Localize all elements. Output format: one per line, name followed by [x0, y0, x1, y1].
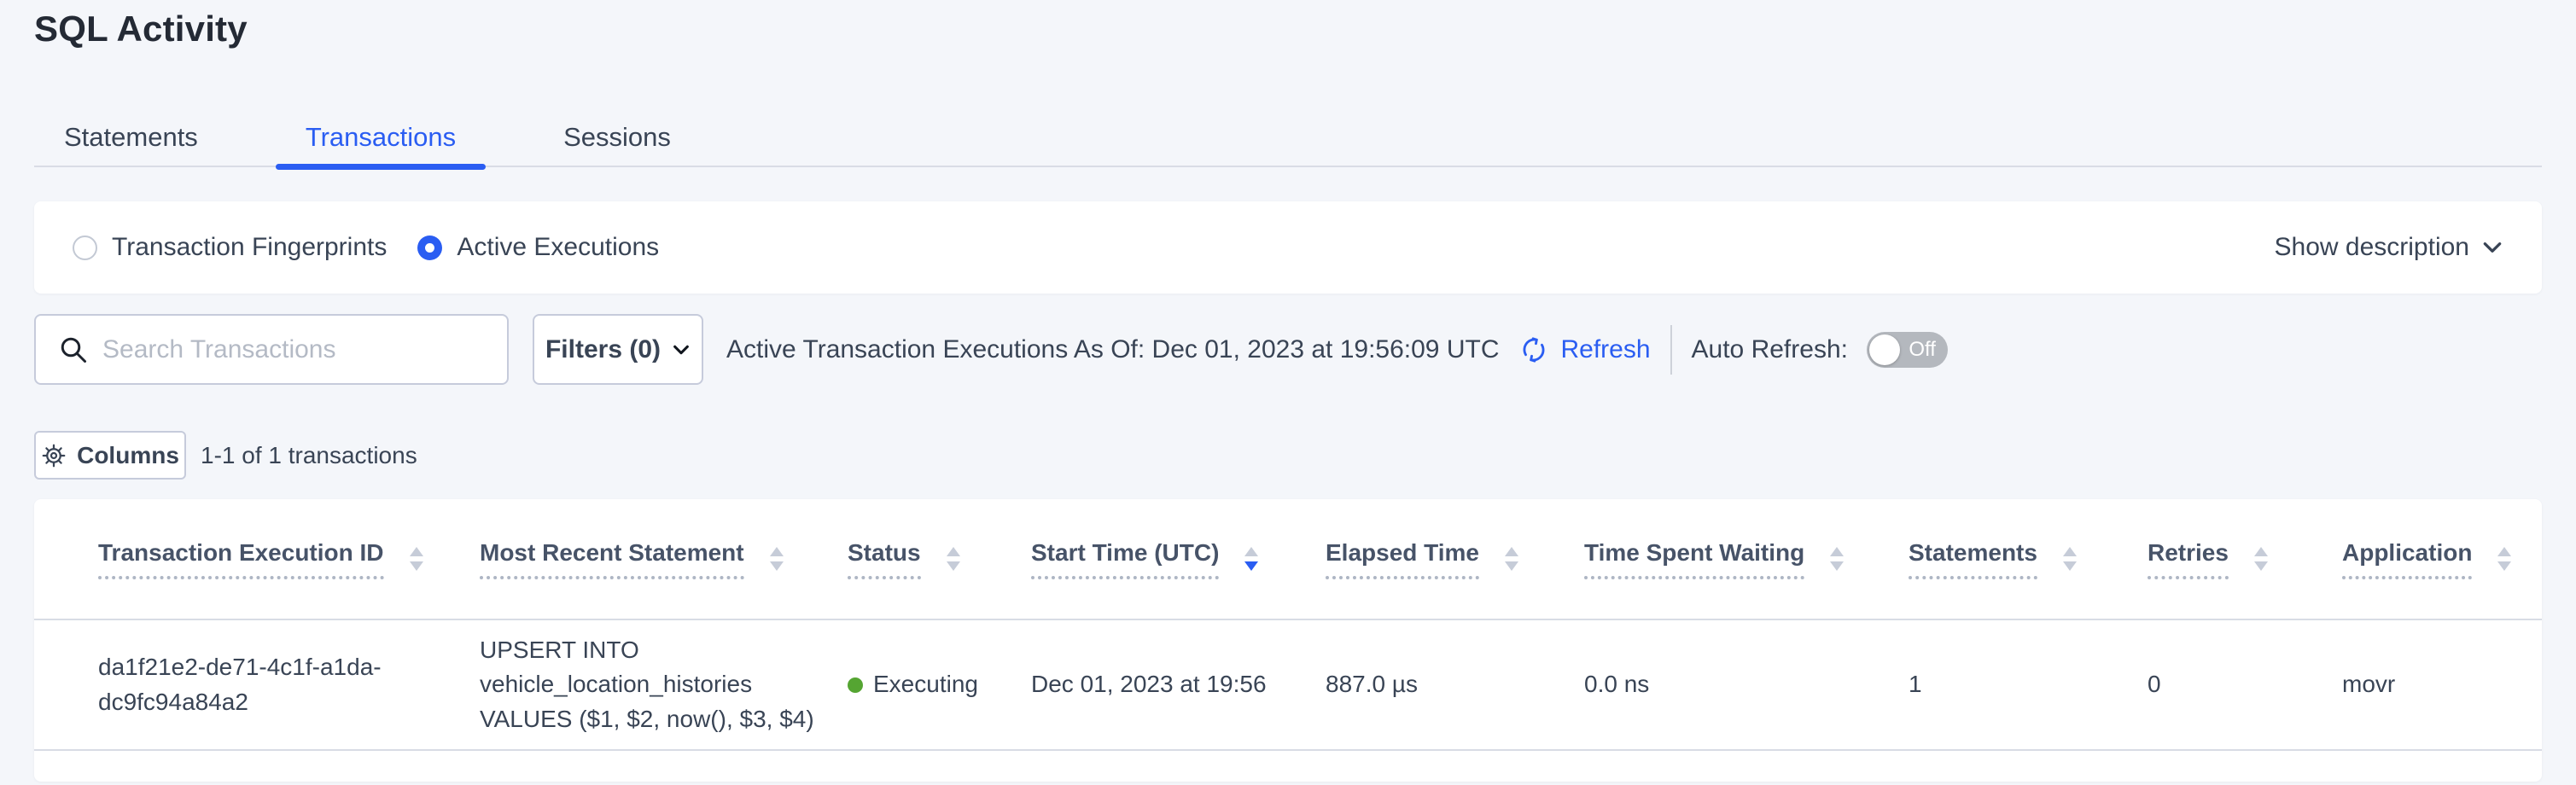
tab-statements[interactable]: Statements: [34, 109, 228, 166]
cell-status: Executing: [848, 667, 1031, 702]
sort-arrows[interactable]: [947, 547, 960, 571]
radio-transaction-fingerprints[interactable]: Transaction Fingerprints: [73, 233, 387, 262]
table-row[interactable]: da1f21e2-de71-4c1f-a1da-dc9fc94a84a2 UPS…: [34, 620, 2542, 751]
view-mode-card: Transaction Fingerprints Active Executio…: [34, 201, 2542, 294]
radio-unselected-icon[interactable]: [73, 236, 97, 260]
auto-refresh-toggle[interactable]: Off: [1867, 332, 1948, 368]
radio-label: Active Executions: [457, 233, 659, 262]
show-description-label: Show description: [2275, 233, 2469, 262]
columns-button-label: Columns: [77, 442, 179, 469]
refresh-icon: [1518, 334, 1550, 366]
sort-arrows[interactable]: [1505, 547, 1518, 571]
column-header-transaction-execution-id[interactable]: Transaction Execution ID: [98, 539, 480, 579]
tab-sessions[interactable]: Sessions: [533, 109, 701, 166]
table-header-row: Transaction Execution ID Most Recent Sta…: [34, 499, 2542, 620]
sort-arrows[interactable]: [410, 547, 423, 571]
radio-label: Transaction Fingerprints: [112, 233, 387, 262]
filters-label: Filters (0): [545, 335, 661, 364]
cell-transaction-execution-id[interactable]: da1f21e2-de71-4c1f-a1da-dc9fc94a84a2: [98, 650, 480, 719]
refresh-label: Refresh: [1560, 335, 1650, 364]
search-input[interactable]: [34, 314, 509, 385]
column-header-start-time[interactable]: Start Time (UTC): [1031, 539, 1326, 579]
columns-button[interactable]: Columns: [34, 431, 186, 480]
column-header-statements[interactable]: Statements: [1909, 539, 2148, 579]
status-label: Executing: [873, 667, 978, 702]
page-title: SQL Activity: [34, 9, 248, 49]
column-header-retries[interactable]: Retries: [2148, 539, 2342, 579]
chevron-down-icon: [672, 340, 691, 359]
column-header-elapsed-time[interactable]: Elapsed Time: [1326, 539, 1584, 579]
radio-selected-icon[interactable]: [417, 236, 442, 260]
cell-most-recent-statement[interactable]: UPSERT INTO vehicle_location_histories V…: [480, 633, 848, 737]
search-icon: [58, 334, 89, 365]
cell-start-time: Dec 01, 2023 at 19:56: [1031, 667, 1326, 702]
cell-statements: 1: [1909, 667, 2148, 702]
sort-arrows[interactable]: [2254, 547, 2268, 571]
refresh-button[interactable]: Refresh: [1518, 334, 1650, 366]
vertical-divider: [1670, 325, 1672, 375]
toggle-knob[interactable]: [1869, 334, 1900, 365]
filters-button[interactable]: Filters (0): [533, 314, 703, 385]
cell-retries: 0: [2148, 667, 2342, 702]
tab-transactions[interactable]: Transactions: [276, 109, 486, 166]
sort-arrows[interactable]: [1244, 547, 1258, 571]
sort-arrows[interactable]: [2063, 547, 2077, 571]
column-header-status[interactable]: Status: [848, 539, 1031, 579]
column-header-time-spent-waiting[interactable]: Time Spent Waiting: [1584, 539, 1909, 579]
sort-arrows[interactable]: [770, 547, 784, 571]
column-header-most-recent-statement[interactable]: Most Recent Statement: [480, 539, 848, 579]
show-description-button[interactable]: Show description: [2275, 233, 2503, 262]
sort-arrows[interactable]: [1830, 547, 1844, 571]
cell-application: movr: [2342, 667, 2542, 702]
transactions-table: Transaction Execution ID Most Recent Sta…: [34, 499, 2542, 782]
auto-refresh-label: Auto Refresh:: [1692, 335, 1848, 364]
column-header-application[interactable]: Application: [2342, 539, 2542, 579]
tab-bar: Statements Transactions Sessions: [34, 109, 2542, 167]
table-toolbar: Columns 1-1 of 1 transactions: [34, 431, 417, 480]
cell-time-spent-waiting: 0.0 ns: [1584, 667, 1909, 702]
controls-row: Filters (0) Active Transaction Execution…: [34, 314, 2542, 385]
gear-icon: [41, 443, 67, 468]
result-count: 1-1 of 1 transactions: [201, 442, 417, 469]
search-box: [34, 314, 509, 385]
cell-elapsed-time: 887.0 µs: [1326, 667, 1584, 702]
status-dot-icon: [848, 677, 863, 693]
sort-arrows[interactable]: [2497, 547, 2511, 571]
chevron-down-icon: [2481, 236, 2503, 259]
radio-active-executions[interactable]: Active Executions: [417, 233, 659, 262]
toggle-state-label: Off: [1909, 338, 1936, 362]
as-of-timestamp: Active Transaction Executions As Of: Dec…: [726, 335, 1499, 364]
